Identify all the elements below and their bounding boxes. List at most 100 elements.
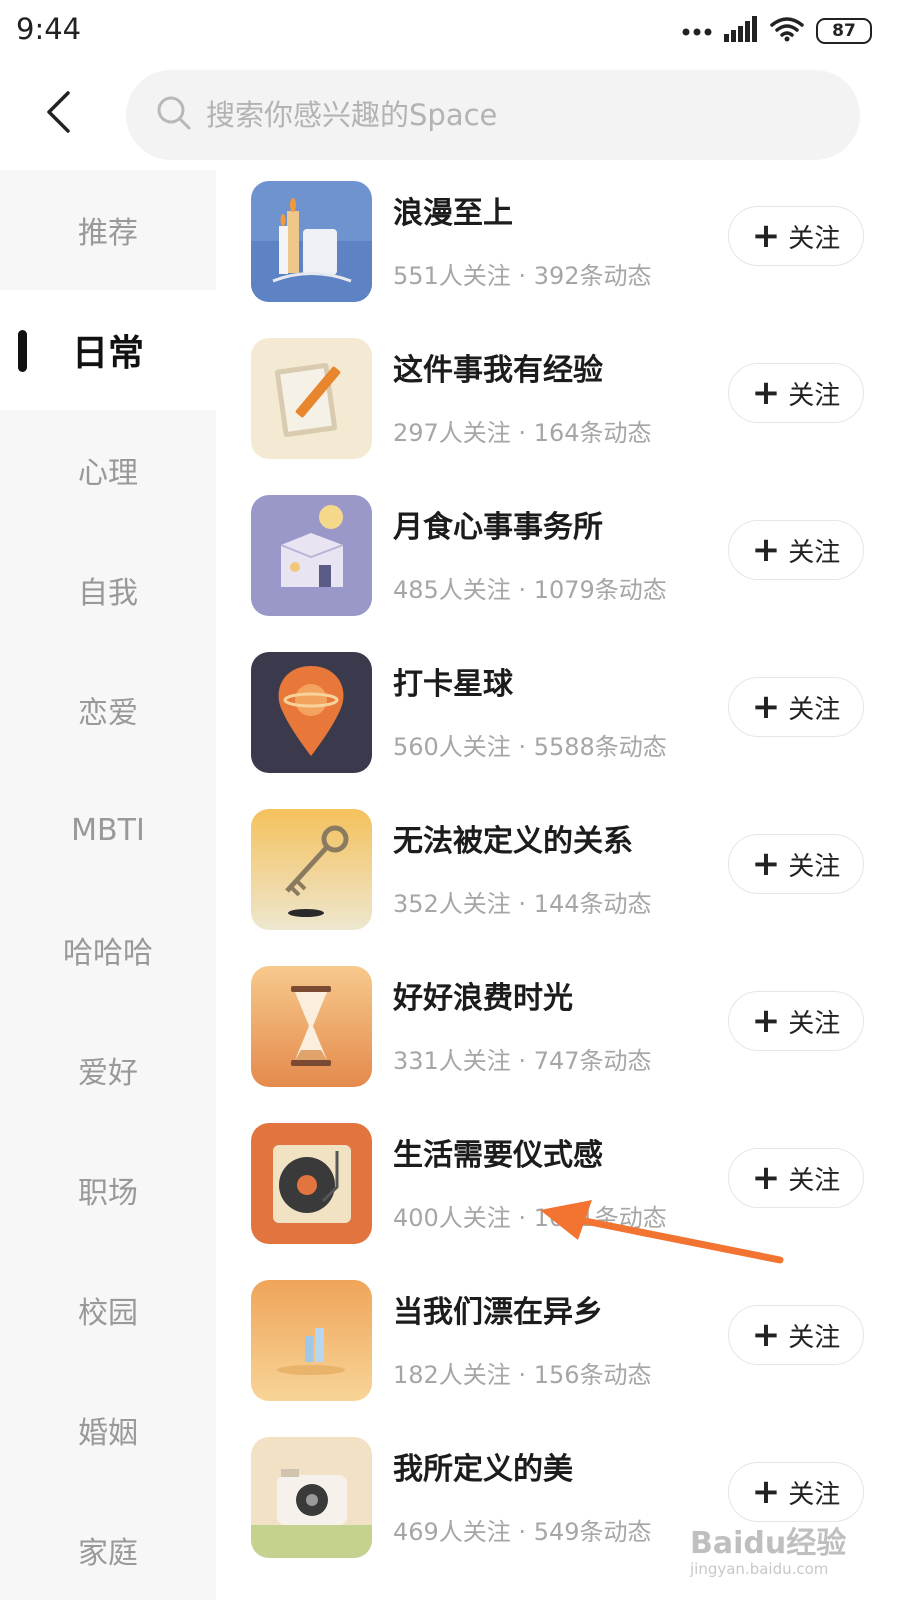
space-item[interactable]: 当我们漂在异乡 182人关注 · 156条动态 + 关注 bbox=[216, 1269, 900, 1429]
sidebar-item-love[interactable]: 恋爱 bbox=[0, 650, 216, 770]
sidebar-item-psychology[interactable]: 心理 bbox=[0, 410, 216, 530]
follow-label: 关注 bbox=[788, 694, 841, 725]
record-player-icon bbox=[251, 1123, 372, 1244]
sidebar-item-label: 自我 bbox=[78, 576, 138, 611]
app-screen: 9:44 87 搜索你感兴趣的Space 推荐 日常 心理 自我 恋爱 MBTI… bbox=[0, 0, 900, 1600]
follow-button[interactable]: + 关注 bbox=[728, 1305, 864, 1365]
follow-label: 关注 bbox=[788, 851, 841, 882]
sidebar-item-hobby[interactable]: 爱好 bbox=[0, 1010, 216, 1130]
space-title: 当我们漂在异乡 bbox=[393, 1295, 603, 1330]
space-title: 好好浪费时光 bbox=[393, 981, 573, 1016]
sidebar-item-label: 校园 bbox=[78, 1296, 138, 1331]
sidebar-item-label: 婚姻 bbox=[78, 1416, 138, 1451]
search-icon bbox=[156, 95, 192, 135]
space-stats: 331人关注 · 747条动态 bbox=[393, 1047, 652, 1075]
follow-button[interactable]: + 关注 bbox=[728, 520, 864, 580]
space-list: 浪漫至上 551人关注 · 392条动态 + 关注 这件事我有经验 297人关注 … bbox=[216, 170, 900, 1600]
follow-button[interactable]: + 关注 bbox=[728, 1148, 864, 1208]
planet-pin-icon bbox=[251, 652, 372, 773]
more-dots-icon bbox=[682, 22, 712, 41]
space-stats: 551人关注 · 392条动态 bbox=[393, 262, 652, 290]
follow-label: 关注 bbox=[788, 1322, 841, 1353]
notebook-pencil-icon bbox=[251, 338, 372, 459]
wifi-icon bbox=[770, 16, 804, 46]
back-button[interactable] bbox=[30, 82, 86, 146]
plus-icon: + bbox=[751, 1001, 781, 1041]
plus-icon: + bbox=[751, 530, 781, 570]
space-item[interactable]: 浪漫至上 551人关注 · 392条动态 + 关注 bbox=[216, 170, 900, 330]
sidebar-item-label: 家庭 bbox=[78, 1536, 138, 1571]
sidebar-item-label: MBTI bbox=[71, 812, 145, 848]
moon-box-icon bbox=[251, 495, 372, 616]
space-stats: 400人关注 · 1051条动态 bbox=[393, 1204, 667, 1232]
follow-label: 关注 bbox=[788, 537, 841, 568]
space-title: 打卡星球 bbox=[393, 667, 513, 702]
header bbox=[0, 62, 900, 166]
space-title: 月食心事事务所 bbox=[393, 510, 603, 545]
space-title: 浪漫至上 bbox=[393, 196, 513, 231]
search-box[interactable] bbox=[126, 70, 860, 160]
plus-icon: + bbox=[751, 1472, 781, 1512]
space-item[interactable]: 无法被定义的关系 352人关注 · 144条动态 + 关注 bbox=[216, 798, 900, 958]
follow-label: 关注 bbox=[788, 380, 841, 411]
follow-label: 关注 bbox=[788, 1479, 841, 1510]
sidebar-item-label: 恋爱 bbox=[78, 696, 138, 731]
follow-button[interactable]: + 关注 bbox=[728, 1462, 864, 1522]
plus-icon: + bbox=[751, 1315, 781, 1355]
space-stats: 352人关注 · 144条动态 bbox=[393, 890, 652, 918]
sidebar-item-label: 职场 bbox=[78, 1176, 138, 1211]
battery-indicator: 87 bbox=[816, 18, 872, 44]
status-icons: 87 bbox=[682, 14, 872, 48]
active-indicator bbox=[18, 330, 27, 372]
follow-button[interactable]: + 关注 bbox=[728, 363, 864, 423]
space-stats: 182人关注 · 156条动态 bbox=[393, 1361, 652, 1389]
sidebar-item-haha[interactable]: 哈哈哈 bbox=[0, 890, 216, 1010]
space-item[interactable]: 打卡星球 560人关注 · 5588条动态 + 关注 bbox=[216, 641, 900, 801]
sidebar-item-mbti[interactable]: MBTI bbox=[0, 770, 216, 890]
sidebar-item-campus[interactable]: 校园 bbox=[0, 1250, 216, 1370]
space-stats: 469人关注 · 549条动态 bbox=[393, 1518, 652, 1546]
signal-icon bbox=[724, 16, 758, 46]
sidebar-item-work[interactable]: 职场 bbox=[0, 1130, 216, 1250]
space-title: 这件事我有经验 bbox=[393, 353, 603, 388]
sidebar-item-marriage[interactable]: 婚姻 bbox=[0, 1370, 216, 1490]
search-input[interactable] bbox=[206, 98, 806, 132]
key-icon bbox=[251, 809, 372, 930]
hourglass-icon bbox=[251, 966, 372, 1087]
status-time: 9:44 bbox=[16, 12, 82, 46]
space-title: 无法被定义的关系 bbox=[393, 824, 633, 859]
space-item[interactable]: 好好浪费时光 331人关注 · 747条动态 + 关注 bbox=[216, 955, 900, 1115]
moon-city-icon bbox=[251, 1280, 372, 1401]
plus-icon: + bbox=[751, 216, 781, 256]
follow-label: 关注 bbox=[788, 223, 841, 254]
follow-button[interactable]: + 关注 bbox=[728, 206, 864, 266]
follow-label: 关注 bbox=[788, 1165, 841, 1196]
plus-icon: + bbox=[751, 1158, 781, 1198]
plus-icon: + bbox=[751, 844, 781, 884]
follow-button[interactable]: + 关注 bbox=[728, 991, 864, 1051]
chevron-left-icon bbox=[44, 90, 72, 138]
sidebar-item-daily[interactable]: 日常 bbox=[0, 290, 216, 410]
category-sidebar: 推荐 日常 心理 自我 恋爱 MBTI 哈哈哈 爱好 职场 校园 婚姻 家庭 bbox=[0, 170, 216, 1600]
space-stats: 297人关注 · 164条动态 bbox=[393, 419, 652, 447]
follow-label: 关注 bbox=[788, 1008, 841, 1039]
camera-icon bbox=[251, 1437, 372, 1558]
space-title: 生活需要仪式感 bbox=[393, 1138, 603, 1173]
plus-icon: + bbox=[751, 373, 781, 413]
sidebar-item-label: 心理 bbox=[78, 456, 138, 491]
space-title: 我所定义的美 bbox=[393, 1452, 573, 1487]
sidebar-item-label: 哈哈哈 bbox=[63, 936, 153, 971]
space-item[interactable]: 我所定义的美 469人关注 · 549条动态 + 关注 bbox=[216, 1426, 900, 1586]
candles-icon bbox=[251, 181, 372, 302]
sidebar-item-label: 日常 bbox=[71, 333, 144, 374]
sidebar-item-self[interactable]: 自我 bbox=[0, 530, 216, 650]
follow-button[interactable]: + 关注 bbox=[728, 834, 864, 894]
sidebar-item-recommend[interactable]: 推荐 bbox=[0, 170, 216, 290]
plus-icon: + bbox=[751, 687, 781, 727]
follow-button[interactable]: + 关注 bbox=[728, 677, 864, 737]
space-item[interactable]: 生活需要仪式感 400人关注 · 1051条动态 + 关注 bbox=[216, 1112, 900, 1272]
space-item[interactable]: 这件事我有经验 297人关注 · 164条动态 + 关注 bbox=[216, 327, 900, 487]
space-item[interactable]: 月食心事事务所 485人关注 · 1079条动态 + 关注 bbox=[216, 484, 900, 644]
sidebar-item-label: 爱好 bbox=[78, 1056, 138, 1091]
sidebar-item-family[interactable]: 家庭 bbox=[0, 1490, 216, 1600]
